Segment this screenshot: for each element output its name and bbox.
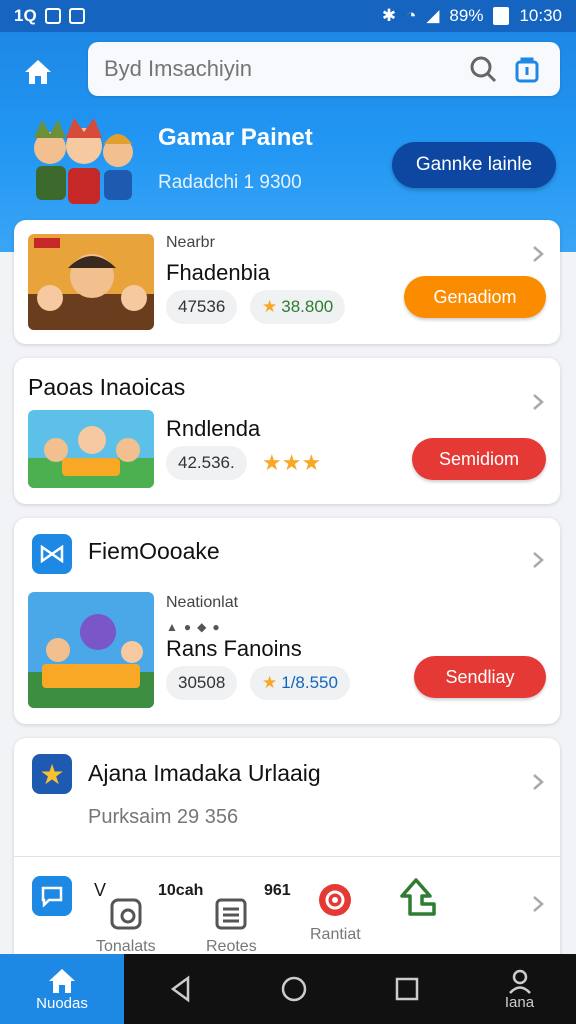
status-left-text: 1Q (14, 6, 37, 25)
search-icon[interactable] (466, 52, 500, 86)
signal-icon: ◢ (426, 6, 440, 25)
chevron-right-icon[interactable] (528, 894, 548, 914)
download-count: 47536 (166, 290, 238, 324)
mini-item-rantiat[interactable]: Rantiat (310, 880, 361, 944)
recents-square-icon (395, 977, 418, 1001)
card2-title: Paoas Inaoicas (28, 374, 186, 400)
mini-value: 10cah (158, 882, 204, 899)
mini-value: 961 (264, 882, 291, 899)
home-circle-icon (281, 976, 306, 1002)
chevron-right-icon[interactable] (528, 550, 548, 570)
chevron-right-icon[interactable] (528, 772, 548, 792)
list-icon (215, 898, 247, 930)
nav-home-tab[interactable]: Nuodas (0, 954, 124, 1024)
game-characters-image (34, 118, 133, 204)
rating-pill: ★ 1/8.550 (250, 666, 350, 700)
recents-button[interactable] (350, 954, 463, 1024)
star-icon: ★ (262, 673, 278, 692)
search-input[interactable] (104, 56, 456, 82)
gallery-icon (110, 898, 142, 930)
back-triangle-icon (170, 975, 189, 1003)
nav-home-label: Nuodas (36, 994, 88, 1012)
status-bar: 1Q ✱ ◔ ◢ 89% 10:30 (0, 0, 576, 32)
banner-button[interactable]: Gannke lainle (392, 142, 556, 188)
card4-subtitle: Purksaim 29 356 (88, 806, 239, 828)
star-icon: ★ (262, 297, 278, 316)
rating-value: 38.800 (281, 297, 334, 316)
star-app-icon: ★ (32, 754, 72, 794)
game-name: Fhadenbia (166, 260, 270, 285)
download-count: 30508 (166, 666, 238, 700)
game-card-3[interactable]: FiemOooake Neationlat ▲●◆● Rans Fanoins … (14, 518, 560, 724)
search-bar[interactable] (88, 42, 560, 96)
target-icon (319, 884, 352, 916)
download-count: 42.536. (166, 446, 247, 480)
star-rating-icon: ★★★ (262, 450, 322, 475)
bag-icon[interactable] (510, 52, 544, 86)
chat-app-icon[interactable] (32, 876, 72, 916)
chevron-right-icon[interactable] (528, 244, 548, 264)
banner-title: Gamar Painet (158, 124, 313, 151)
mini-item-tonalats[interactable]: Tonalats (96, 896, 156, 956)
card2-action-button[interactable]: Semidiom (412, 438, 546, 480)
game-name: Rans Fanoins (166, 636, 302, 661)
game-category: Nearbr (166, 234, 215, 251)
profile-icon (508, 969, 531, 994)
rating-pill: ★ 38.800 (250, 290, 346, 324)
notification-icon (44, 8, 61, 24)
mini-item-reotes[interactable]: Reotes (206, 896, 257, 956)
arrow-icon (400, 878, 436, 916)
mini-item-arrow[interactable] (394, 876, 440, 920)
home-icon (25, 60, 51, 84)
card4-title: Ajana Imadaka Urlaaig (88, 760, 321, 786)
mini-label: Rantiat (310, 926, 361, 943)
nav-profile-label: Iana (504, 993, 535, 1011)
banner-subtitle: Radadchi 1 9300 (158, 172, 302, 193)
game-thumbnail (28, 592, 154, 708)
app-icon (32, 534, 72, 574)
home-icon (49, 968, 75, 993)
game-thumbnail (28, 410, 154, 488)
game-category: Neationlat (166, 594, 239, 611)
card1-action-button[interactable]: Genadiom (404, 276, 546, 318)
divider (14, 856, 560, 857)
game-card-1[interactable]: Nearbr Fhadenbia 47536 ★ 38.800 Genadiom (14, 220, 560, 344)
chevron-right-icon[interactable] (528, 392, 548, 412)
notification-icon-2 (68, 8, 85, 24)
battery-percent: 89% (449, 6, 484, 25)
home-button[interactable] (18, 52, 58, 92)
profile-button[interactable]: Iana (463, 954, 576, 1024)
game-thumbnail (28, 234, 154, 330)
bottom-nav-bar: Nuodas Iana (0, 954, 576, 1024)
home-circle-button[interactable] (237, 954, 350, 1024)
battery-icon (493, 7, 510, 25)
badge-icons: ▲●◆● (166, 620, 226, 634)
card3-action-button[interactable]: Sendliay (414, 656, 546, 698)
header: Gamar Painet Radadchi 1 9300 Gannke lain… (0, 32, 576, 252)
game-card-2[interactable]: Paoas Inaoicas Rndlenda 42.536. ★★★ Semi… (14, 358, 560, 504)
back-button[interactable] (124, 954, 237, 1024)
game-name: Rndlenda (166, 416, 261, 441)
clock: 10:30 (519, 6, 562, 25)
bluetooth-icon: ✱ (381, 6, 397, 25)
wifi-icon: ◔ (406, 6, 417, 25)
card3-title: FiemOooake (88, 538, 220, 564)
rating-value: 1/8.550 (281, 673, 338, 692)
